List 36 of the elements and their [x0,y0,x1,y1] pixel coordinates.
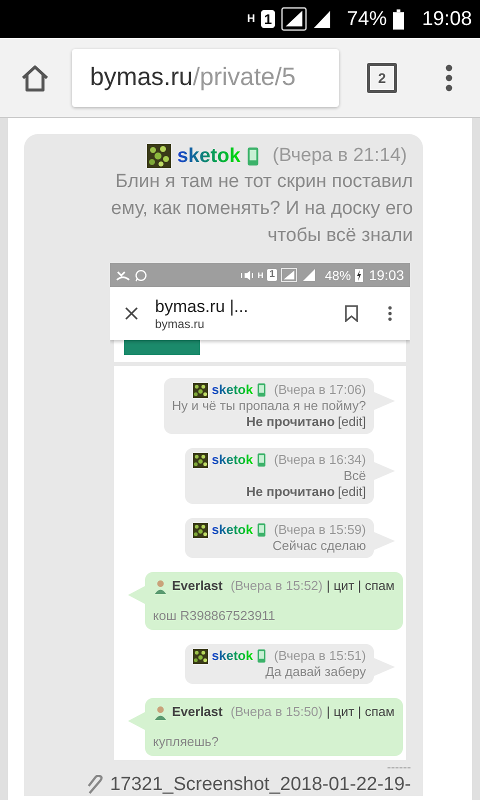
page-host: bymas.ru [155,316,206,330]
attachment-link[interactable]: 17321_Screenshot_2018-01-22-19- [110,774,411,796]
message-actions[interactable]: | цит | спам [326,578,395,594]
message-actions[interactable]: | цит | спам [326,704,395,720]
clock: 19:03 [368,267,404,283]
sim-badge: 1 [261,10,275,28]
clock: 19:08 [422,8,472,30]
edit-link[interactable]: [edit] [338,484,366,500]
message-text: купляешь? [153,734,219,750]
message-text: Блин я там не тот скрин поставил ему, как поменять? И на доску его чтобы всё знали [110,170,413,248]
sim-badge: 1 [267,269,277,281]
battery-level: 48% [324,268,351,282]
author-name[interactable]: Everlast [172,578,223,594]
message-text: Ну и чё ты пропала я не пойму? [172,398,366,414]
message-text: кош R398867523911 [153,608,276,624]
message-text: Всё [344,468,366,484]
read-status: Не прочитано [246,414,335,430]
message-time: (Вчера в 15:51) [274,648,366,664]
tab-count-button[interactable]: 2 [367,62,397,92]
message-time: (Вчера в 15:52) [230,578,323,594]
author-name[interactable]: Everlast [172,704,223,720]
network-type: H [247,13,256,25]
message-text: Да давай заберу [265,664,366,680]
message-text: Сейчас сделаю [272,538,366,554]
edit-link[interactable]: [edit] [338,414,366,430]
message-time: (Вчера в 15:50) [230,704,323,720]
message-time: (Вчера в 16:34) [274,452,366,468]
message-time: (Вчера в 21:14) [272,145,407,167]
signature-divider: ------ [387,760,411,774]
read-status: Не прочитано [246,484,335,500]
message-time: (Вчера в 15:59) [274,522,366,538]
battery-level: 74% [346,8,387,30]
network-type: H [258,270,264,280]
message-time: (Вчера в 17:06) [274,382,366,398]
url-field[interactable]: bymas.ru/private/5 [72,48,339,106]
page-title: bymas.ru |... [155,296,250,316]
